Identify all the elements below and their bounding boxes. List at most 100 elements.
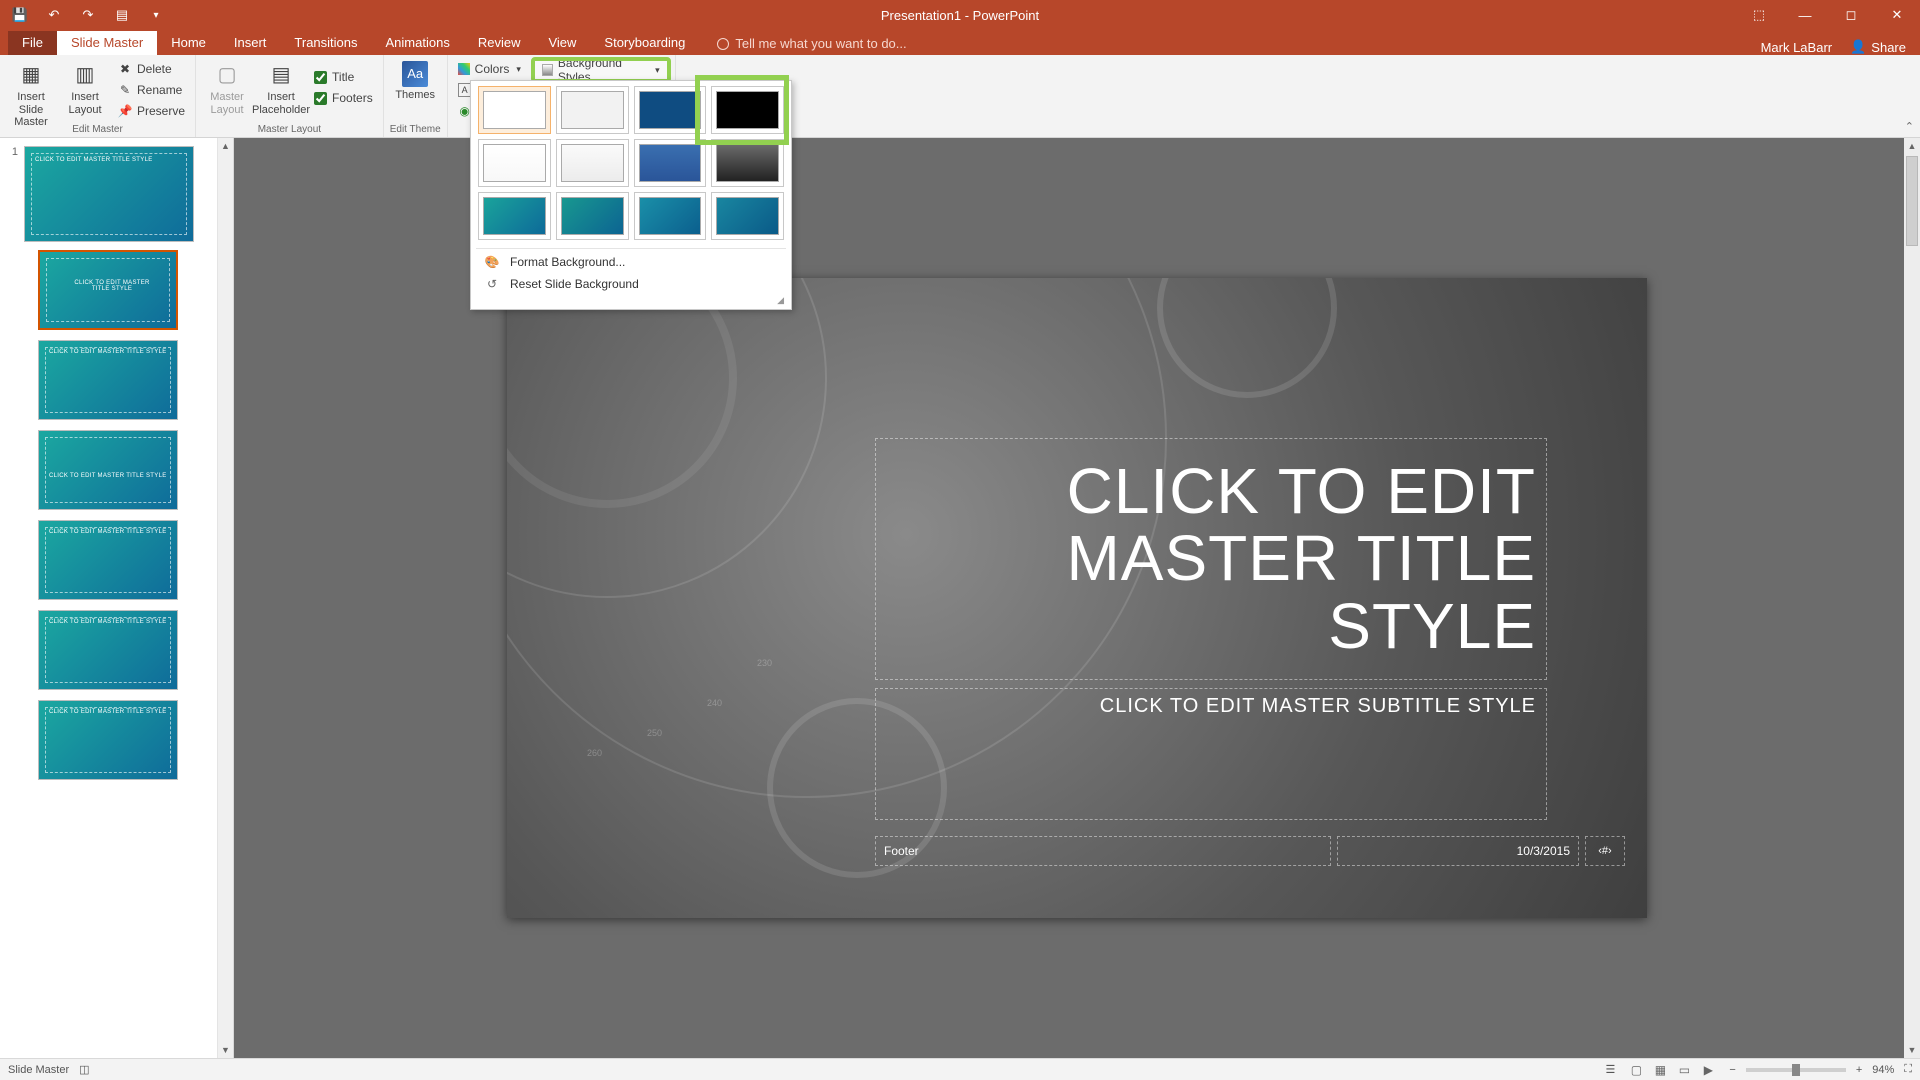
layout-thumbnail-1[interactable]: CLICK TO EDIT MASTER TITLE STYLE	[38, 250, 178, 330]
close-icon[interactable]: ✕	[1874, 0, 1920, 30]
title-placeholder[interactable]: CLICK TO EDIT MASTER TITLE STYLE	[875, 438, 1547, 680]
footers-checkbox[interactable]: Footers	[310, 88, 377, 108]
view-mode-label: Slide Master	[8, 1064, 69, 1076]
zoom-in-icon[interactable]: +	[1856, 1064, 1862, 1076]
insert-placeholder-button[interactable]: ▤ Insert Placeholder	[256, 57, 306, 116]
insert-slide-master-button[interactable]: ▦ Insert Slide Master	[6, 57, 56, 129]
subtitle-text: CLICK TO EDIT MASTER SUBTITLE STYLE	[886, 695, 1536, 718]
title-checkbox[interactable]: Title	[310, 67, 377, 87]
thumbnail-scrollbar[interactable]: ▲ ▼	[217, 138, 233, 1058]
ribbon-display-options-icon[interactable]: ⬚	[1736, 0, 1782, 30]
slide-master-canvas[interactable]: 260 250 240 230 CLICK TO EDIT MASTER TIT…	[507, 278, 1647, 918]
slide-number-placeholder[interactable]: ‹#›	[1585, 836, 1625, 866]
bg-style-11[interactable]	[634, 192, 707, 240]
thumbnail-list: 1 CLICK TO EDIT MASTER TITLE STYLE CLICK…	[0, 138, 233, 798]
qat-customize-icon[interactable]: ▾	[142, 4, 170, 26]
footer-placeholder[interactable]: Footer	[875, 836, 1331, 866]
background-styles-gallery	[476, 86, 786, 246]
layout-thumb-title-4: CLICK TO EDIT MASTER TITLE STYLE	[49, 529, 167, 535]
collapse-ribbon-icon[interactable]: ⌃	[1905, 120, 1914, 133]
tab-review[interactable]: Review	[464, 31, 535, 55]
layout-thumb-title-6: CLICK TO EDIT MASTER TITLE STYLE	[49, 709, 167, 715]
start-from-beginning-icon[interactable]: ▤	[108, 4, 136, 26]
tab-slide-master[interactable]: Slide Master	[57, 31, 157, 55]
canvas-scroll-up-icon[interactable]: ▲	[1904, 138, 1920, 154]
group-label-edit-theme: Edit Theme	[390, 123, 441, 137]
reading-view-icon[interactable]: ▭	[1673, 1061, 1695, 1079]
delete-icon: ✖	[118, 62, 132, 76]
zoom-slider[interactable]	[1746, 1068, 1846, 1072]
normal-view-icon[interactable]: ▢	[1625, 1061, 1647, 1079]
canvas-scroll-thumb[interactable]	[1906, 156, 1918, 246]
insert-placeholder-icon: ▤	[267, 61, 295, 89]
bg-style-7[interactable]	[634, 139, 707, 187]
layout-thumbnail-4[interactable]: CLICK TO EDIT MASTER TITLE STYLE	[38, 520, 178, 600]
maximize-icon[interactable]: ◻	[1828, 0, 1874, 30]
themes-button[interactable]: Aa Themes	[390, 57, 440, 102]
layout-thumbnail-6[interactable]: CLICK TO EDIT MASTER TITLE STYLE	[38, 700, 178, 780]
subtitle-placeholder[interactable]: CLICK TO EDIT MASTER SUBTITLE STYLE	[875, 688, 1547, 820]
layout-thumbnail-2[interactable]: CLICK TO EDIT MASTER TITLE STYLE	[38, 340, 178, 420]
ribbon: ▦ Insert Slide Master ▥ Insert Layout ✖D…	[0, 55, 1920, 138]
tab-home[interactable]: Home	[157, 31, 220, 55]
preserve-button[interactable]: 📌Preserve	[114, 101, 189, 121]
insert-slide-master-label: Insert Slide Master	[6, 91, 56, 129]
bg-style-4[interactable]	[711, 86, 784, 134]
layout-thumb-title-3: CLICK TO EDIT MASTER TITLE STYLE	[49, 473, 167, 479]
bg-style-8[interactable]	[711, 139, 784, 187]
status-indicator-icon[interactable]: ◫	[79, 1063, 89, 1076]
master-layout-button[interactable]: ▢ Master Layout	[202, 57, 252, 116]
scroll-up-icon[interactable]: ▲	[218, 138, 233, 154]
bg-style-1[interactable]	[478, 86, 551, 134]
reset-slide-background-menuitem[interactable]: ↺ Reset Slide Background	[476, 273, 786, 295]
tab-view[interactable]: View	[534, 31, 590, 55]
scroll-down-icon[interactable]: ▼	[218, 1042, 233, 1058]
colors-button[interactable]: Colors▾	[454, 59, 529, 79]
tell-me-search[interactable]: Tell me what you want to do...	[707, 32, 916, 55]
date-placeholder[interactable]: 10/3/2015	[1337, 836, 1579, 866]
notes-button[interactable]: ☰	[1606, 1063, 1616, 1076]
rename-button[interactable]: ✎Rename	[114, 80, 189, 100]
layout-thumbnail-5[interactable]: CLICK TO EDIT MASTER TITLE STYLE	[38, 610, 178, 690]
signed-in-user[interactable]: Mark LaBarr	[1761, 40, 1833, 55]
bg-style-5[interactable]	[478, 139, 551, 187]
tab-transitions[interactable]: Transitions	[280, 31, 371, 55]
slideshow-view-icon[interactable]: ▶	[1697, 1061, 1719, 1079]
fit-to-window-icon[interactable]: ⛶	[1904, 1063, 1912, 1076]
tab-storyboarding[interactable]: Storyboarding	[590, 31, 699, 55]
background-styles-button[interactable]: Background Styles ▾	[533, 59, 669, 81]
minimize-icon[interactable]: —	[1782, 0, 1828, 30]
background-styles-icon	[542, 64, 553, 76]
rename-icon: ✎	[118, 83, 132, 97]
bg-style-3[interactable]	[634, 86, 707, 134]
tab-insert[interactable]: Insert	[220, 31, 281, 55]
slide-thumbnail-pane: 1 CLICK TO EDIT MASTER TITLE STYLE CLICK…	[0, 138, 234, 1058]
insert-layout-button[interactable]: ▥ Insert Layout	[60, 57, 110, 116]
master-layout-label: Master Layout	[210, 91, 244, 116]
preserve-icon: 📌	[118, 104, 132, 118]
zoom-out-icon[interactable]: −	[1729, 1064, 1735, 1076]
master-thumbnail[interactable]: CLICK TO EDIT MASTER TITLE STYLE	[24, 146, 194, 242]
canvas-vertical-scrollbar[interactable]: ▲ ▼	[1904, 138, 1920, 1058]
layout-thumbnail-3[interactable]: CLICK TO EDIT MASTER TITLE STYLE	[38, 430, 178, 510]
dropdown-resize-grip-icon[interactable]: ◢	[476, 295, 786, 306]
undo-icon[interactable]: ↶	[40, 4, 68, 26]
group-edit-master: ▦ Insert Slide Master ▥ Insert Layout ✖D…	[0, 55, 196, 137]
share-button[interactable]: 👤 Share	[1850, 39, 1906, 55]
bg-style-10[interactable]	[556, 192, 629, 240]
delete-button[interactable]: ✖Delete	[114, 59, 189, 79]
save-icon[interactable]: 💾	[6, 4, 34, 26]
slide-sorter-view-icon[interactable]: ▦	[1649, 1061, 1671, 1079]
zoom-level[interactable]: 94%	[1872, 1064, 1894, 1076]
bg-style-2[interactable]	[556, 86, 629, 134]
bg-style-9[interactable]	[478, 192, 551, 240]
bg-style-12[interactable]	[711, 192, 784, 240]
tab-animations[interactable]: Animations	[372, 31, 464, 55]
tab-file[interactable]: File	[8, 31, 57, 55]
colors-label: Colors	[475, 62, 510, 76]
group-edit-theme: Aa Themes Edit Theme	[384, 55, 448, 137]
bg-style-6[interactable]	[556, 139, 629, 187]
redo-icon[interactable]: ↷	[74, 4, 102, 26]
canvas-scroll-down-icon[interactable]: ▼	[1904, 1042, 1920, 1058]
format-background-menuitem[interactable]: 🎨 Format Background...	[476, 251, 786, 273]
